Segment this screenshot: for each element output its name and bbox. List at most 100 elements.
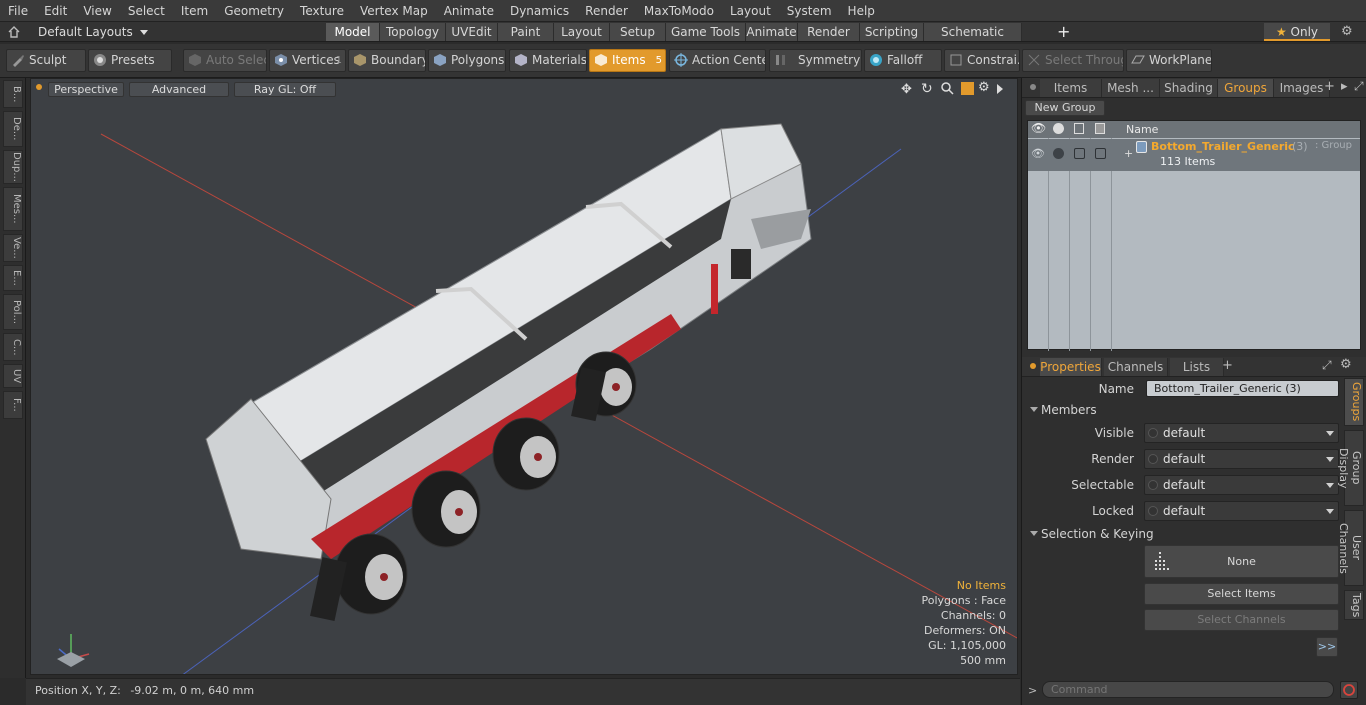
left-tab-3[interactable]: Mes...: [3, 187, 23, 231]
constraints-button[interactable]: Constrai...: [944, 49, 1020, 72]
mode-tab-model[interactable]: Model: [326, 23, 380, 41]
boundary-button[interactable]: Boundary: [348, 49, 426, 72]
eye-icon[interactable]: 👁: [1031, 121, 1046, 135]
props-tab-properties[interactable]: Properties: [1040, 358, 1102, 376]
menu-item-item[interactable]: Item: [173, 4, 216, 18]
items-button[interactable]: Items 5: [589, 49, 666, 72]
layout-selector[interactable]: Default Layouts: [38, 24, 148, 40]
selection-keying-section[interactable]: Selection & Keying: [1027, 525, 1339, 543]
menu-item-system[interactable]: System: [779, 4, 840, 18]
mode-tab-scripting[interactable]: Scripting: [860, 23, 924, 41]
members-section[interactable]: Members: [1027, 401, 1339, 419]
side-tab-user-channels[interactable]: User Channels: [1337, 510, 1364, 586]
left-tab-5[interactable]: E...: [3, 265, 23, 291]
selectable-dropdown[interactable]: default: [1144, 475, 1339, 495]
gear-icon[interactable]: ⚙: [1341, 23, 1353, 41]
add-tab-icon[interactable]: +: [1222, 358, 1233, 373]
mode-tab-paint[interactable]: Paint: [498, 23, 554, 41]
menu-item-dynamics[interactable]: Dynamics: [502, 4, 577, 18]
panel-gear-icon[interactable]: ⚙: [1340, 357, 1352, 372]
left-tab-8[interactable]: UV: [3, 364, 23, 388]
top-tab-shading[interactable]: Shading: [1160, 79, 1218, 97]
sculpt-button[interactable]: Sculpt: [6, 49, 86, 72]
more-button[interactable]: >>: [1316, 637, 1338, 657]
group-list[interactable]: 👁 Name 👁 + Bottom_Trailer_Generic (3) : …: [1027, 120, 1361, 351]
left-tab-4[interactable]: Ve...: [3, 234, 23, 262]
expand-icon[interactable]: +: [1124, 147, 1133, 160]
auto-select-button[interactable]: Auto Select: [183, 49, 267, 72]
left-tab-9[interactable]: F...: [3, 391, 23, 419]
layout-home-icon[interactable]: [8, 26, 20, 38]
props-tab-channels[interactable]: Channels: [1104, 358, 1168, 376]
left-tab-7[interactable]: C...: [3, 333, 23, 361]
side-tab-group-display[interactable]: Group Display: [1337, 430, 1364, 506]
select-channels-button[interactable]: Select Channels: [1144, 609, 1339, 631]
mode-tab-setup[interactable]: Setup: [610, 23, 666, 41]
mode-tab-render[interactable]: Render: [798, 23, 860, 41]
menu-item-help[interactable]: Help: [840, 4, 883, 18]
menu-item-render[interactable]: Render: [577, 4, 636, 18]
add-tab-icon[interactable]: +: [1324, 79, 1335, 94]
falloff-button[interactable]: Falloff: [864, 49, 942, 72]
none-button[interactable]: None: [1144, 545, 1339, 578]
perspective-button[interactable]: Perspective: [48, 82, 124, 97]
panel-menu-dot[interactable]: [1030, 363, 1036, 369]
viewport-expand-icon[interactable]: [997, 84, 1003, 94]
vertices-button[interactable]: Vertices 1: [269, 49, 346, 72]
menu-item-maxtomodo[interactable]: MaxToModo: [636, 4, 722, 18]
side-tab-tags[interactable]: Tags: [1344, 590, 1364, 620]
rotate-view-icon[interactable]: ↻: [921, 81, 933, 97]
3d-viewport[interactable]: Perspective Advanced Ray GL: Off ✥ ↻ ⚙ N…: [30, 78, 1018, 675]
top-tab-images[interactable]: Images: [1274, 79, 1330, 97]
menu-item-view[interactable]: View: [75, 4, 119, 18]
name-field[interactable]: Bottom_Trailer_Generic (3): [1146, 380, 1339, 397]
mode-tab-layout[interactable]: Layout: [554, 23, 610, 41]
menu-item-layout[interactable]: Layout: [722, 4, 779, 18]
panel-expand-icon[interactable]: ⤢: [1322, 358, 1332, 373]
polygons-button[interactable]: Polygons: [428, 49, 506, 72]
side-tab-groups[interactable]: Groups: [1344, 378, 1364, 426]
mode-tab-uvedit[interactable]: UVEdit: [446, 23, 498, 41]
select-items-button[interactable]: Select Items: [1144, 583, 1339, 605]
advanced-button[interactable]: Advanced: [129, 82, 229, 97]
lock-icon[interactable]: [1074, 123, 1084, 134]
top-tab-mesh-[interactable]: Mesh ...: [1102, 79, 1160, 97]
render-dropdown[interactable]: default: [1144, 449, 1339, 469]
menu-item-geometry[interactable]: Geometry: [216, 4, 292, 18]
mode-tab-game-tools[interactable]: Game Tools: [666, 23, 746, 41]
viewport-menu-dot[interactable]: [36, 84, 42, 90]
viewport-gear-icon[interactable]: ⚙: [978, 80, 990, 95]
group-name[interactable]: Bottom_Trailer_Generic: [1151, 140, 1295, 153]
panel-expand-icon[interactable]: ⤢: [1354, 79, 1364, 94]
action-center-button[interactable]: Action Center: [669, 49, 766, 72]
menu-item-select[interactable]: Select: [120, 4, 173, 18]
locked-dropdown[interactable]: default: [1144, 501, 1339, 521]
mode-tab-topology[interactable]: Topology: [380, 23, 446, 41]
name-column-header[interactable]: Name: [1126, 123, 1158, 136]
keyframe-icon[interactable]: [1148, 480, 1158, 490]
workplane-button[interactable]: WorkPlane: [1126, 49, 1212, 72]
move-view-icon[interactable]: ✥: [901, 82, 912, 97]
keyframe-icon[interactable]: [1148, 428, 1158, 438]
row-eye-icon[interactable]: 👁: [1031, 147, 1045, 160]
keyframe-icon[interactable]: [1148, 454, 1158, 464]
mode-tab-schematic-fusion[interactable]: Schematic Fusion: [924, 23, 1022, 57]
row-select-checkbox[interactable]: [1095, 148, 1106, 159]
left-tab-0[interactable]: B...: [3, 80, 23, 108]
only-button[interactable]: ★ Only: [1264, 23, 1330, 41]
new-group-button[interactable]: New Group: [1025, 100, 1105, 116]
panel-menu-dot[interactable]: [1030, 84, 1036, 90]
raygl-button[interactable]: Ray GL: Off: [234, 82, 336, 97]
menu-item-vertex-map[interactable]: Vertex Map: [352, 4, 436, 18]
left-tab-1[interactable]: De...: [3, 111, 23, 147]
menu-item-file[interactable]: File: [0, 4, 36, 18]
fit-view-icon[interactable]: [961, 82, 974, 95]
top-tab-items[interactable]: Items: [1040, 79, 1102, 97]
visible-dropdown[interactable]: default: [1144, 423, 1339, 443]
menu-item-texture[interactable]: Texture: [292, 4, 352, 18]
materials-button[interactable]: Materials: [509, 49, 587, 72]
record-icon[interactable]: [1340, 681, 1358, 699]
menu-item-animate[interactable]: Animate: [436, 4, 502, 18]
command-input[interactable]: [1042, 681, 1334, 698]
add-tab-icon[interactable]: +: [1057, 23, 1071, 41]
